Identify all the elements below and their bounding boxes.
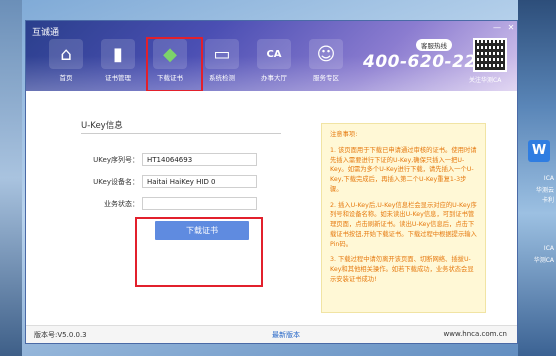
nav-item-cert-management[interactable]: ▮ 证书管理 — [92, 39, 144, 91]
status-field[interactable] — [142, 197, 257, 210]
qr-code — [473, 38, 507, 72]
word-app-icon[interactable]: W — [528, 140, 550, 162]
app-header: 互诚通 — ✕ ⌂ 首页 ▮ 证书管理 ◆ 下载证书 ▭ 系统检测 CA 办事大… — [26, 21, 517, 91]
nav-label: 服务专区 — [313, 74, 339, 82]
website-link[interactable]: www.hnca.com.cn — [444, 330, 507, 338]
notice-item: 3. 下载过程中请勿离开该页面、切断网络、插拔U-Key和其他相关操作。如若下载… — [330, 256, 474, 283]
minimize-button[interactable]: — — [492, 23, 502, 32]
monitor-icon: ▭ — [205, 39, 239, 69]
button-highlight-box — [135, 217, 263, 287]
status-label: 业务状态： — [104, 200, 139, 208]
notice-item: 2. 插入U-Key后,U-Key信息栏会显示对应的U-Key序列号和设备名称。… — [330, 201, 477, 248]
app-title: 互诚通 — [32, 28, 60, 38]
desktop-text: 华测CA — [533, 257, 554, 264]
main-content: U-Key信息 UKey序列号： UKey设备名： 业务状态： 下载证书 注意事… — [26, 91, 517, 327]
usb-key-icon: ▮ — [101, 39, 135, 69]
nav-item-home[interactable]: ⌂ 首页 — [40, 39, 92, 91]
ca-certificate-icon: CA — [257, 39, 291, 69]
desktop-text: ICA — [543, 245, 554, 252]
desktop-background-right: W ICA 华测云 卡利 ICA 华测CA — [518, 0, 556, 356]
footer: 版本号:V5.0.0.3 最新版本 www.hnca.com.cn — [26, 325, 517, 343]
app-window: 互诚通 — ✕ ⌂ 首页 ▮ 证书管理 ◆ 下载证书 ▭ 系统检测 CA 办事大… — [25, 20, 518, 344]
notice-panel: 注意事项: 1. 该页面用于下载已申请通过审核的证书。使用时请先插入需要进行下证… — [321, 123, 486, 313]
device-label: UKey设备名： — [93, 178, 139, 186]
home-icon: ⌂ — [49, 39, 83, 69]
latest-version-link[interactable]: 最新版本 — [272, 330, 300, 340]
notice-title: 注意事项: — [330, 131, 358, 138]
nav-highlight-box — [146, 37, 203, 92]
ukey-panel-title: U-Key信息 — [81, 121, 123, 131]
serial-label: UKey序列号： — [93, 156, 139, 164]
close-button[interactable]: ✕ — [506, 23, 516, 32]
nav-label: 首页 — [59, 74, 73, 82]
nav-label: 系统检测 — [209, 74, 235, 82]
nav-item-system-check[interactable]: ▭ 系统检测 — [196, 39, 248, 91]
serial-field[interactable] — [142, 153, 257, 166]
desktop-text: 卡利 — [541, 197, 554, 204]
nav-label: 办事大厅 — [261, 74, 287, 82]
device-field[interactable] — [142, 175, 257, 188]
hotline-button[interactable]: 客服热线 — [416, 39, 452, 51]
version-text: 版本号:V5.0.0.3 — [34, 331, 87, 339]
desktop-background-left — [0, 0, 22, 356]
nav-label: 证书管理 — [105, 74, 131, 82]
divider — [81, 133, 281, 134]
qr-label: 关注华测CA — [469, 77, 502, 84]
notice-item: 1. 该页面用于下载已申请通过审核的证书。使用时请先插入需要进行下证的U-Key… — [330, 146, 477, 193]
desktop-text: 华测云 — [535, 187, 554, 194]
desktop-text: ICA — [543, 175, 554, 182]
nav-item-service-hall[interactable]: CA 办事大厅 — [248, 39, 300, 91]
service-person-icon: ☺ — [309, 39, 343, 69]
nav-item-service-area[interactable]: ☺ 服务专区 — [300, 39, 352, 91]
